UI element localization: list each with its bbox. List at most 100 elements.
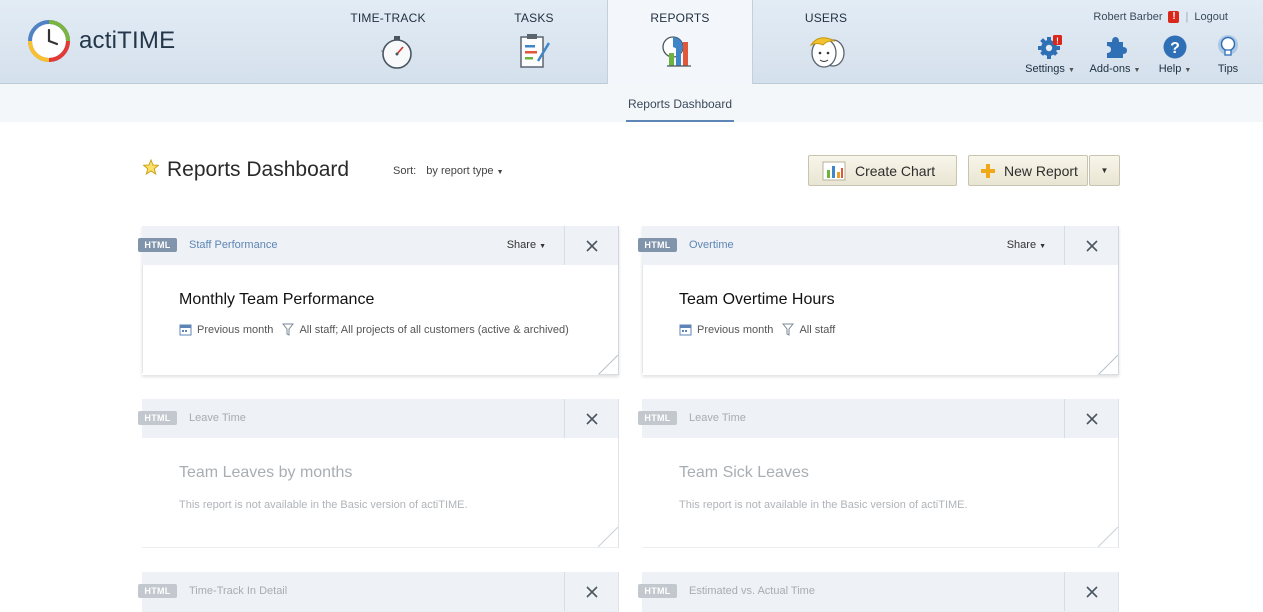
close-icon — [1085, 585, 1098, 598]
report-type-label: Leave Time — [189, 412, 246, 424]
create-chart-label: Create Chart — [855, 162, 936, 179]
close-button[interactable] — [564, 399, 618, 438]
report-card-header: HTML Leave Time — [138, 399, 618, 438]
report-charts-icon — [662, 36, 691, 67]
close-button[interactable] — [1064, 572, 1118, 611]
chevron-down-icon: ▼ — [1100, 166, 1109, 175]
tab-users-label: USERS — [804, 11, 848, 25]
new-report-menu-button[interactable]: ▼ — [1089, 155, 1120, 186]
new-report-button[interactable]: New Report — [968, 155, 1088, 186]
tab-tasks[interactable]: TASKS — [476, 0, 592, 84]
app-logo[interactable]: actiTIME — [28, 20, 175, 62]
user-alert-icon[interactable]: ! — [1168, 11, 1180, 23]
report-type-label: Time-Track In Detail — [189, 585, 288, 597]
settings-label: Settings — [1025, 63, 1065, 75]
share-label: Share — [1006, 239, 1037, 251]
report-card: HTML Time-Track In Detail — [138, 572, 619, 612]
bar-chart-icon — [822, 161, 846, 180]
user-name[interactable]: Robert Barber — [1093, 11, 1162, 23]
tips-label: Tips — [1217, 63, 1239, 75]
gear-icon: ! — [1038, 35, 1062, 59]
report-title[interactable]: Monthly Team Performance — [179, 291, 374, 309]
sub-navigation: Reports Dashboard — [0, 84, 1263, 122]
page-title: Reports Dashboard — [167, 158, 350, 181]
sort-value: by report type — [426, 165, 494, 177]
report-format-badge: HTML — [638, 584, 677, 598]
share-dropdown[interactable]: Share ▼ — [507, 239, 546, 251]
report-type-label: Leave Time — [689, 412, 746, 424]
tab-tasks-label: TASKS — [514, 11, 554, 25]
share-dropdown[interactable]: Share ▼ — [1007, 239, 1046, 251]
star-icon[interactable] — [143, 159, 159, 175]
report-format-badge: HTML — [638, 238, 677, 252]
close-button[interactable] — [1064, 399, 1118, 438]
report-card: HTML Leave Time Team Sick Leaves This re… — [638, 399, 1119, 548]
report-type-link[interactable]: Staff Performance — [189, 239, 277, 251]
tab-time-track[interactable]: TIME-TRACK — [328, 0, 448, 84]
addons-menu[interactable]: Add-ons ▼ — [1087, 34, 1143, 75]
report-meta: Previous month All staff — [679, 323, 835, 336]
help-icon: ? — [1163, 35, 1187, 59]
divider — [142, 265, 143, 373]
chevron-down-icon: ▼ — [496, 169, 504, 176]
tab-users[interactable]: USERS — [767, 0, 885, 84]
report-card[interactable]: HTML Overtime Share ▼ Team Overtime Hours… — [638, 226, 1119, 375]
chevron-down-icon: ▼ — [1067, 67, 1075, 74]
close-icon — [585, 412, 598, 425]
logout-link[interactable]: Logout — [1194, 11, 1228, 23]
report-card: HTML Estimated vs. Actual Time — [638, 572, 1119, 612]
tips-button[interactable]: Tips — [1211, 34, 1245, 75]
report-meta: Previous month All staff; All projects o… — [179, 323, 569, 336]
report-period: Previous month — [197, 323, 274, 336]
chevron-down-icon: ▼ — [1039, 243, 1046, 250]
filter-icon — [782, 323, 795, 336]
plus-icon — [981, 163, 995, 178]
report-card-header: HTML Time-Track In Detail — [138, 572, 618, 611]
report-card-header: HTML Leave Time — [638, 399, 1118, 438]
top-header: actiTIME TIME-TRACK TASKS REPORTS USERS … — [0, 0, 1263, 85]
close-button[interactable] — [1064, 226, 1118, 265]
close-icon — [1085, 239, 1098, 252]
divider — [642, 265, 643, 373]
sort-control: Sort: by report type ▼ — [393, 165, 504, 177]
settings-menu[interactable]: ! Settings ▼ — [1024, 34, 1076, 75]
app-name: actiTIME — [79, 27, 176, 54]
new-report-label: New Report — [1004, 162, 1078, 179]
page-fold-icon — [598, 527, 618, 547]
report-card[interactable]: HTML Staff Performance Share ▼ Monthly Te… — [138, 226, 619, 375]
close-button[interactable] — [564, 226, 618, 265]
report-format-badge: HTML — [138, 584, 177, 598]
help-menu[interactable]: ? Help ▼ — [1155, 34, 1195, 75]
share-label: Share — [506, 239, 537, 251]
users-group-icon — [809, 37, 845, 68]
report-title: Team Sick Leaves — [679, 464, 809, 481]
lightbulb-icon — [1218, 35, 1238, 56]
report-card-header: HTML Overtime Share ▼ — [638, 226, 1118, 265]
page-fold-icon — [1098, 355, 1118, 375]
settings-badge: ! — [1056, 37, 1059, 46]
report-card-header: HTML Estimated vs. Actual Time — [638, 572, 1118, 611]
report-type-label: Estimated vs. Actual Time — [689, 585, 815, 597]
report-filter: All staff — [799, 323, 836, 336]
report-card-header: HTML Staff Performance Share ▼ — [138, 226, 618, 265]
svg-text:?: ? — [1170, 40, 1180, 57]
report-type-link[interactable]: Overtime — [689, 239, 734, 251]
clock-logo-icon — [28, 20, 70, 62]
page-fold-icon — [598, 355, 618, 375]
report-title[interactable]: Team Overtime Hours — [679, 291, 835, 309]
sort-label: Sort: — [393, 165, 417, 177]
calendar-icon — [179, 324, 192, 336]
task-checklist-icon — [520, 34, 551, 68]
create-chart-button[interactable]: Create Chart — [808, 155, 957, 186]
report-title: Team Leaves by months — [179, 464, 353, 481]
chevron-down-icon: ▼ — [539, 243, 546, 250]
subnav-reports-dashboard[interactable]: Reports Dashboard — [626, 84, 734, 122]
close-icon — [585, 585, 598, 598]
sort-dropdown[interactable]: by report type ▼ — [426, 165, 503, 177]
separator: | — [1185, 11, 1189, 23]
report-card: HTML Leave Time Team Leaves by months Th… — [138, 399, 619, 548]
tab-reports-label: REPORTS — [650, 11, 710, 25]
tab-reports[interactable]: REPORTS — [607, 0, 753, 85]
close-button[interactable] — [564, 572, 618, 611]
tab-time-track-label: TIME-TRACK — [350, 11, 426, 25]
